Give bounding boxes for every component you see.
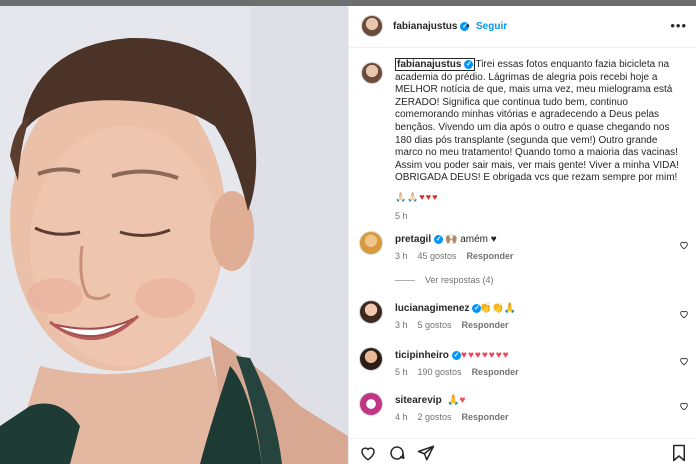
comment-time[interactable]: 3 h [395,251,408,261]
comment-icon[interactable] [388,444,406,462]
comment-likes[interactable]: 5 gostos [418,320,452,330]
like-comment-heart-icon[interactable] [679,401,689,411]
follow-button[interactable]: Seguir [476,21,507,32]
comment-likes[interactable]: 2 gostos [418,412,452,422]
caption-username[interactable]: fabianajustus ✓ [395,58,476,71]
reply-button[interactable]: Responder [462,412,509,422]
comment-item: pretagil ✓ 🙌🏽 amém ♥ 3 h 45 gostos Responde… [349,231,696,275]
comment-time[interactable]: 3 h [395,320,408,330]
comment-likes[interactable]: 190 gostos [418,367,462,377]
comment-item: lucianagimenez ✓ 👏👏🙏 3 h 5 gostos Responder [349,300,696,344]
comment-text: 🙏♥ [447,395,466,406]
verified-badge-icon: ✓ [434,234,444,244]
reply-button[interactable]: Responder [462,320,509,330]
comment-text: 👏👏🙏 [479,303,517,314]
author-avatar[interactable] [361,15,383,37]
post-action-bar [349,438,696,464]
like-comment-heart-icon[interactable] [679,240,689,250]
comment-time[interactable]: 4 h [395,412,408,422]
caption-author-avatar[interactable] [361,62,383,84]
like-comment-heart-icon[interactable] [679,309,689,319]
commenter-avatar[interactable] [359,347,383,371]
woman-smiling-image [0,6,348,464]
post-details-panel: fabianajustus ✓ • Seguir ••• fabianajustu… [348,6,696,464]
post-caption: fabianajustus ✓ Tirei essas fotos enquanto… [395,58,687,185]
comment-text: ♥♥♥♥♥♥♥ [461,350,510,361]
commenter-avatar[interactable] [359,392,383,416]
caption-text: Tirei essas fotos enquanto fazia bicicle… [395,59,679,184]
caption-timestamp[interactable]: 5 h [395,211,408,221]
author-username[interactable]: fabianajustus ✓ [393,21,470,32]
commenter-avatar[interactable] [359,231,383,255]
commenter-username[interactable]: pretagil ✓ [395,234,444,245]
comment-likes[interactable]: 45 gostos [418,251,457,261]
replies-divider [395,280,415,282]
post-photo[interactable] [0,6,348,464]
share-icon[interactable] [417,444,435,462]
reply-button[interactable]: Responder [467,251,514,261]
like-comment-heart-icon[interactable] [679,356,689,366]
comment-meta: 3 h 45 gostos Responder [395,251,524,261]
commenter-username[interactable]: lucianagimenez ✓ [395,303,482,314]
verified-badge-icon: ✓ [451,350,461,360]
separator-dot: • [466,21,470,32]
comment-item: sitearevip 🙏♥ 4 h 2 gostos Responder [349,392,696,436]
caption-emojis: 🙏🏻🙏🏻♥♥♥ [395,192,439,202]
commenter-username[interactable]: sitearevip [395,395,442,406]
commenter-username[interactable]: ticipinheiro ✓ [395,350,461,361]
comment-text: 🙌🏽 amém ♥ [445,234,497,245]
comment-meta: 5 h 190 gostos Responder [395,367,529,377]
post-header: fabianajustus ✓ • Seguir ••• [349,6,696,48]
verified-badge-icon: ✓ [464,59,474,69]
comment-item: ticipinheiro ✓ ♥♥♥♥♥♥♥ 5 h 190 gostos Respo… [349,347,696,391]
bookmark-icon[interactable] [671,444,687,462]
comment-time[interactable]: 5 h [395,367,408,377]
comment-meta: 4 h 2 gostos Responder [395,412,519,422]
reply-button[interactable]: Responder [472,367,519,377]
commenter-avatar[interactable] [359,300,383,324]
comment-meta: 3 h 5 gostos Responder [395,320,519,330]
more-options-icon[interactable]: ••• [670,18,687,33]
view-replies-button[interactable]: Ver respostas (4) [395,275,494,285]
heart-icon[interactable] [359,444,377,462]
